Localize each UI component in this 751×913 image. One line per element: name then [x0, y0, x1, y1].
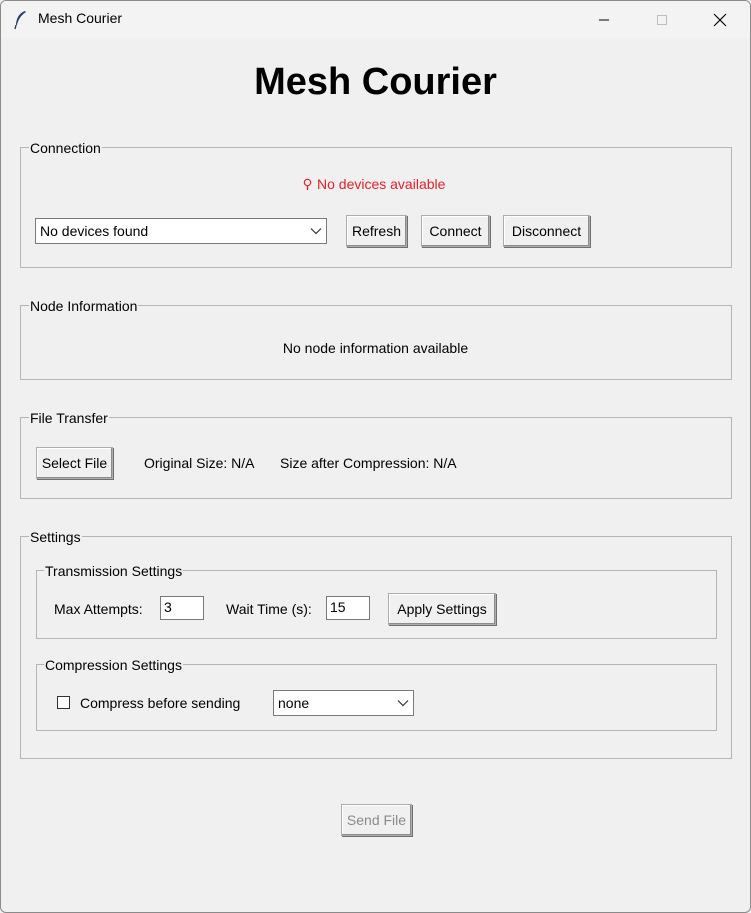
chevron-down-icon — [306, 219, 326, 243]
node-info-message: No node information available — [282, 340, 469, 356]
compression-method-value: none — [278, 695, 310, 711]
compression-settings-label: Compression Settings — [44, 657, 183, 673]
feather-icon — [13, 10, 29, 30]
compress-checkbox-label: Compress before sending — [80, 695, 241, 711]
select-file-button[interactable]: Select File — [36, 447, 113, 479]
disconnect-button[interactable]: Disconnect — [503, 215, 590, 247]
apply-settings-button[interactable]: Apply Settings — [388, 593, 496, 625]
settings-frame-label: Settings — [29, 529, 82, 545]
title-bar: Mesh Courier — [1, 1, 750, 38]
connection-frame — [20, 147, 732, 268]
close-icon — [713, 13, 727, 26]
maximize-button[interactable] — [633, 1, 691, 38]
send-file-button[interactable]: Send File — [341, 804, 412, 836]
close-button[interactable] — [691, 1, 749, 38]
node-info-frame-label: Node Information — [29, 298, 139, 314]
minimize-icon — [599, 19, 609, 20]
minimize-button[interactable] — [575, 1, 633, 38]
maximize-icon — [657, 14, 667, 25]
connection-frame-label: Connection — [29, 140, 102, 156]
connect-button[interactable]: Connect — [421, 215, 490, 247]
connection-status: No devices available — [303, 176, 445, 192]
wait-time-input[interactable]: 15 — [326, 596, 370, 620]
refresh-button[interactable]: Refresh — [346, 215, 407, 247]
original-size-text: Original Size: N/A — [144, 455, 255, 471]
compressed-size-text: Size after Compression: N/A — [280, 455, 457, 471]
transmission-settings-label: Transmission Settings — [44, 563, 184, 579]
compress-checkbox[interactable] — [57, 696, 70, 709]
device-select-value: No devices found — [40, 223, 149, 239]
wait-time-label: Wait Time (s): — [226, 601, 312, 617]
max-attempts-label: Max Attempts: — [54, 601, 143, 617]
window-title: Mesh Courier — [38, 10, 123, 26]
page-title: Mesh Courier — [254, 61, 497, 103]
app-window: Mesh Courier Mesh Courier Connection No … — [0, 0, 751, 913]
bulb-icon — [303, 178, 312, 190]
device-select[interactable]: No devices found — [35, 218, 327, 244]
file-transfer-frame-label: File Transfer — [29, 410, 109, 426]
max-attempts-input[interactable]: 3 — [160, 596, 204, 620]
connection-status-text: No devices available — [317, 176, 446, 192]
compression-method-select[interactable]: none — [273, 690, 414, 716]
chevron-down-icon — [393, 691, 413, 715]
